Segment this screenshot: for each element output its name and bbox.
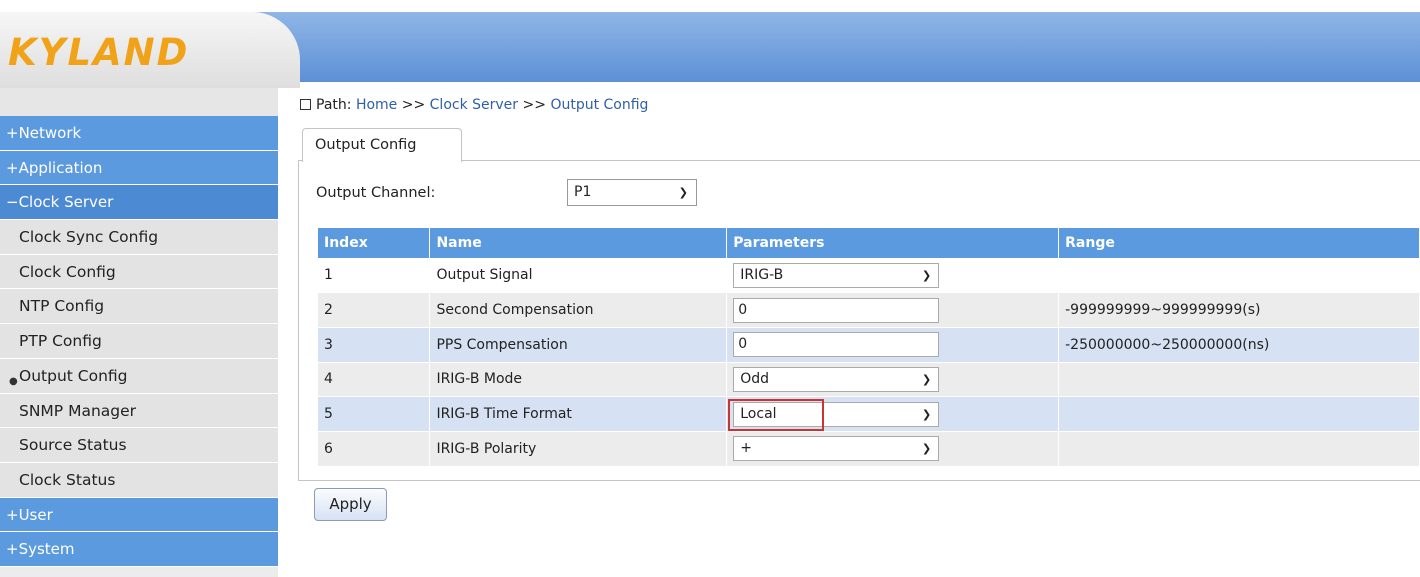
irig-b-time-format-select[interactable]: Local ❯ [728,398,940,431]
sidebar-item-source-status[interactable]: Source Status [0,428,278,463]
logo-area: KYLAND [0,12,300,88]
row-index: 5 [318,396,431,432]
row-name: Second Compensation [429,292,728,328]
row-range: -250000000~250000000(ns) [1058,327,1420,363]
sidebar-item-snmp-manager[interactable]: SNMP Manager [0,393,278,429]
sidebar-item-clock-sync-config[interactable]: Clock Sync Config [0,220,278,255]
sidebar-item-application[interactable]: +Application [0,150,278,186]
chevron-down-icon: ❯ [922,407,932,421]
row-name: IRIG-B Time Format [429,396,728,432]
table-row: 3 PPS Compensation 0 -250000000~25000000… [318,327,1420,363]
sidebar-item-system[interactable]: +System [0,532,278,567]
row-range [1058,396,1420,432]
sidebar-item-label: Output Config [19,366,128,385]
square-icon [300,99,311,110]
row-name: PPS Compensation [429,327,728,363]
sidebar-top-spacer [0,88,278,116]
second-compensation-input[interactable]: 0 [733,297,940,323]
row-range [1058,258,1420,294]
output-channel-select[interactable]: P1 ❯ [567,179,697,206]
row-parameter-cell: 0 [726,327,1060,363]
row-range [1058,362,1420,398]
sidebar-item-user[interactable]: +User [0,497,278,533]
sidebar-item-clock-status[interactable]: Clock Status [0,462,278,498]
column-header-parameters: Parameters [726,228,1060,258]
irig-b-polarity-select[interactable]: + ❯ [733,436,940,462]
kyland-logo: KYLAND [8,31,190,74]
table-row: 6 IRIG-B Polarity + ❯ [318,431,1420,467]
column-header-index: Index [318,228,431,258]
chevron-down-icon: ❯ [678,186,688,199]
breadcrumb-sep: >> [401,97,426,113]
sidebar: +Network +Application −Clock Server Cloc… [0,88,278,577]
row-name: IRIG-B Polarity [429,431,728,467]
row-index: 1 [318,258,431,294]
sidebar-item-clock-config[interactable]: Clock Config [0,254,278,290]
row-parameter-cell: 0 [726,292,1060,328]
output-channel-value: P1 [574,184,592,200]
highlight-box [728,398,825,431]
sidebar-item-output-config[interactable]: ● Output Config [0,358,278,394]
irig-b-polarity-value: + [740,440,752,457]
irig-b-mode-value: Odd [740,370,770,387]
row-index: 6 [318,431,431,467]
breadcrumb-sep: >> [522,97,546,113]
main-content: Path: Home >> Clock Server >> Output Con… [278,88,1420,577]
table-row: 4 IRIG-B Mode Odd ❯ [318,362,1420,398]
breadcrumb-prefix: Path: [316,97,352,113]
table-row: 5 IRIG-B Time Format Local ❯ [318,396,1420,432]
breadcrumb: Path: Home >> Clock Server >> Output Con… [300,97,648,113]
pps-compensation-input[interactable]: 0 [733,332,940,358]
row-parameter-cell: Local ❯ [726,396,1060,432]
row-index: 4 [318,362,431,398]
row-name: IRIG-B Mode [429,362,728,398]
row-parameter-cell: IRIG-B ❯ [726,258,1060,294]
row-name: Output Signal [429,258,728,294]
breadcrumb-output-config[interactable]: Output Config [550,97,648,113]
row-range: -999999999~999999999(s) [1058,292,1420,328]
output-config-table: Index Name Parameters Range 1 Output Sig… [318,228,1420,467]
table-header-row: Index Name Parameters Range [318,228,1420,258]
table-row: 2 Second Compensation 0 -999999999~99999… [318,292,1420,328]
breadcrumb-clock-server[interactable]: Clock Server [430,97,518,113]
column-header-range: Range [1058,228,1420,258]
row-parameter-cell: + ❯ [726,431,1060,467]
chevron-down-icon: ❯ [922,442,932,456]
output-signal-value: IRIG-B [740,266,784,283]
sidebar-item-clock-server[interactable]: −Clock Server [0,185,278,221]
row-parameter-cell: Odd ❯ [726,362,1060,398]
breadcrumb-home[interactable]: Home [356,97,397,113]
row-index: 3 [318,327,431,363]
output-channel-label: Output Channel: [316,185,436,201]
chevron-down-icon: ❯ [922,268,932,282]
sidebar-item-network[interactable]: +Network [0,116,278,151]
table-row: 1 Output Signal IRIG-B ❯ [318,258,1420,294]
row-index: 2 [318,292,431,328]
app-header: KYLAND [0,0,1420,88]
irig-b-mode-select[interactable]: Odd ❯ [733,366,940,392]
sidebar-item-ptp-config[interactable]: PTP Config [0,324,278,359]
tab-output-config[interactable]: Output Config [302,128,462,162]
chevron-down-icon: ❯ [922,372,932,386]
output-signal-select[interactable]: IRIG-B ❯ [733,262,940,288]
row-range [1058,431,1420,467]
column-header-name: Name [429,228,728,258]
apply-button[interactable]: Apply [314,488,387,521]
sidebar-item-ntp-config[interactable]: NTP Config [0,289,278,325]
